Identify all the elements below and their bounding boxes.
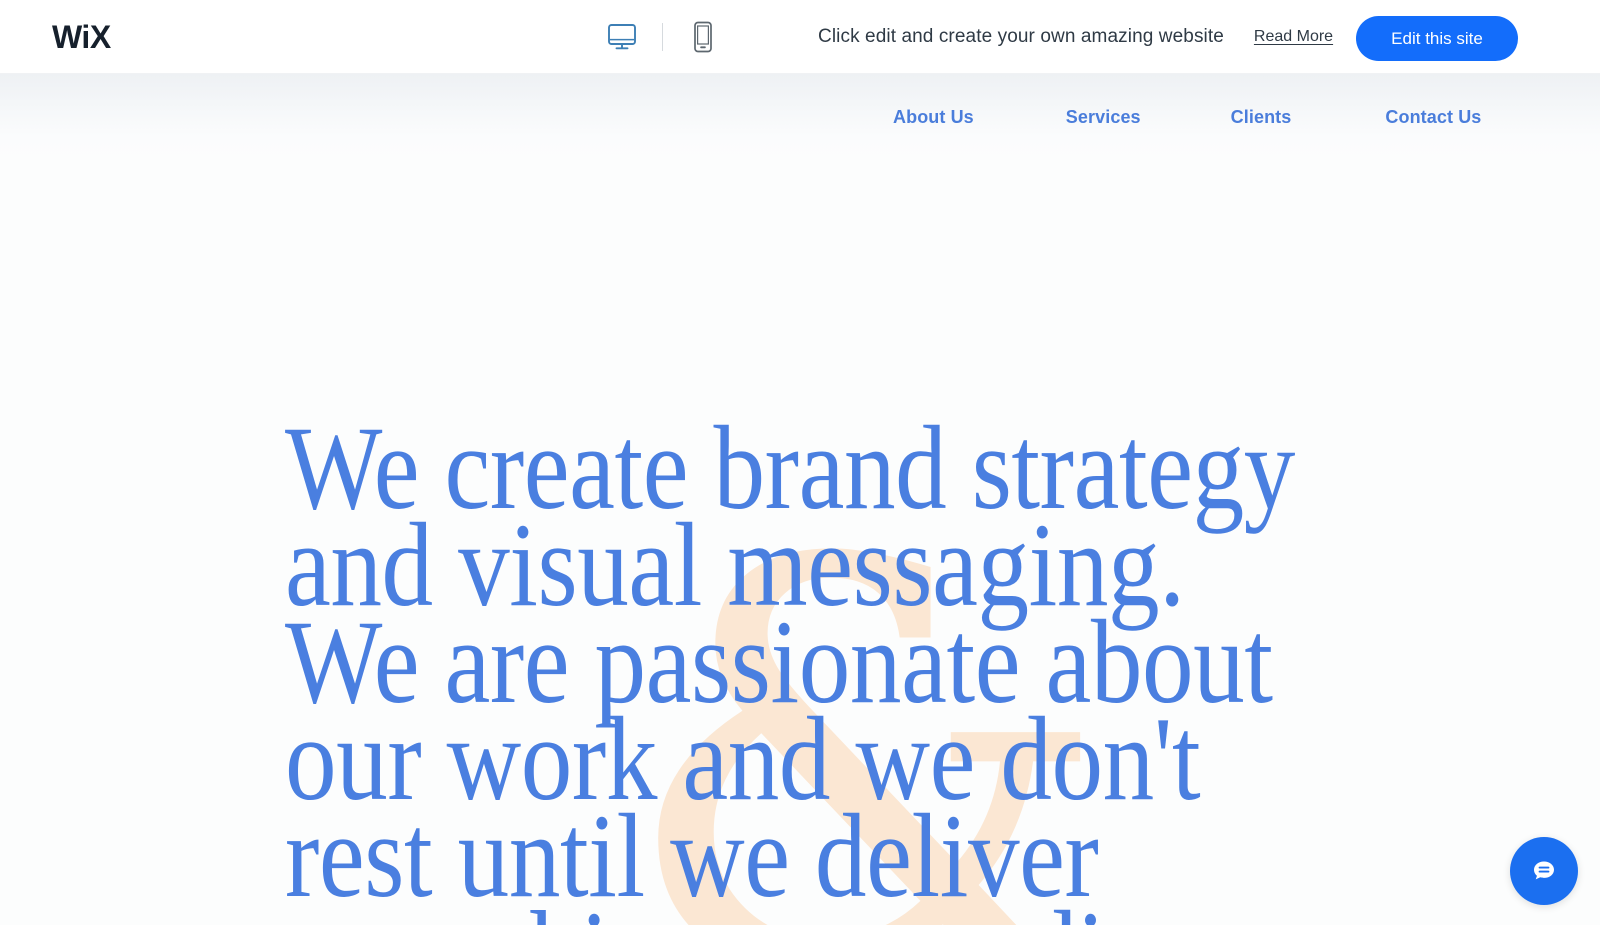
mobile-phone-icon xyxy=(694,21,712,53)
chat-bubble-icon xyxy=(1534,861,1554,880)
device-switcher-divider xyxy=(662,23,663,51)
nav-item-services[interactable]: Services xyxy=(1066,107,1141,128)
chat-widget-button[interactable] xyxy=(1510,837,1578,905)
site-navigation-bar: Pearl & Fox About Us Services Clients Co… xyxy=(0,74,1600,206)
wix-editor-topbar: WiX Click edit and create your own amazi… xyxy=(0,0,1600,74)
desktop-monitor-icon xyxy=(608,24,636,50)
device-switcher xyxy=(598,0,727,74)
nav-item-about-us[interactable]: About Us xyxy=(893,107,974,128)
mobile-view-button[interactable] xyxy=(679,13,727,61)
hero-heading: We create brand strategy and visual mess… xyxy=(285,408,1306,925)
hero-heading-line: something extraordinary. xyxy=(285,893,1306,925)
promo-area: Click edit and create your own amazing w… xyxy=(818,0,1333,74)
desktop-view-button[interactable] xyxy=(598,13,646,61)
nav-item-contact-us[interactable]: Contact Us xyxy=(1385,107,1481,128)
wix-logo-text: WiX xyxy=(52,18,111,55)
edit-this-site-button[interactable]: Edit this site xyxy=(1356,16,1518,61)
nav-item-clients[interactable]: Clients xyxy=(1231,107,1292,128)
promo-text: Click edit and create your own amazing w… xyxy=(818,26,1224,47)
wix-logo[interactable]: WiX xyxy=(52,21,111,53)
read-more-link[interactable]: Read More xyxy=(1254,28,1333,46)
hero-section: & We create brand strategy and visual me… xyxy=(0,161,1600,925)
site-nav-links: About Us Services Clients Contact Us xyxy=(880,74,1481,161)
